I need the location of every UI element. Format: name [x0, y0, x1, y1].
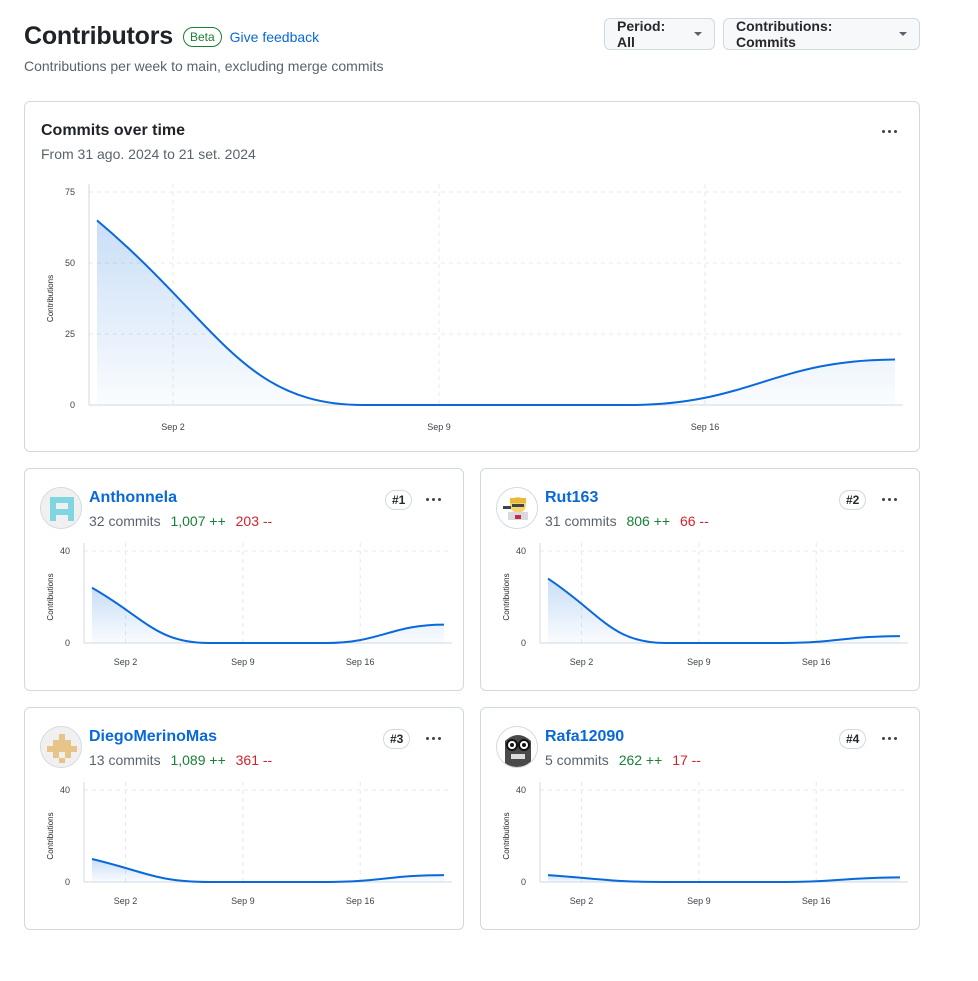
page-subtitle: Contributions per week to main, excludin… [24, 58, 384, 74]
y-tick-label: 50 [65, 258, 75, 268]
additions-count: 262 ++ [618, 752, 663, 768]
contributor-name-link[interactable]: Rut163 [545, 489, 598, 507]
additions-count: 1,007 ++ [170, 513, 226, 529]
x-tick-label: Sep 2 [161, 422, 185, 432]
commits-over-time-chart: 75 50 25 0 Contributions Sep 2 Sep 9 Sep 16 [46, 184, 903, 432]
chart-date-range: From 31 ago. 2024 to 21 set. 2024 [41, 146, 256, 162]
deletions-count: 203 -- [235, 513, 273, 529]
x-tick-label: Sep 2 [114, 657, 138, 667]
commit-count: 13 commits [89, 752, 161, 768]
contributor-stats: 32 commits 1,007 ++ 203 -- [89, 513, 272, 529]
period-dropdown-button[interactable]: Period: All [604, 18, 715, 50]
page-title: Contributors [24, 22, 173, 50]
x-tick-label: Sep 16 [691, 422, 720, 432]
chart-title: Commits over time [41, 122, 186, 139]
commit-count: 5 commits [545, 752, 609, 768]
contributor-chart: 40 0 Contributions Sep 2 Sep 9 Sep 16 [46, 543, 452, 667]
series-area [548, 578, 900, 643]
more-options-icon[interactable] [875, 121, 903, 141]
y-tick-label: 40 [516, 785, 526, 795]
rank-badge: #3 [383, 729, 411, 749]
y-tick-label: 0 [65, 877, 70, 887]
avatar[interactable] [40, 487, 82, 529]
rank-badge: #2 [839, 490, 867, 510]
more-options-icon[interactable] [875, 728, 903, 748]
rank-badge: #1 [385, 490, 413, 510]
y-axis-title: Contributions [46, 573, 55, 620]
y-axis-title: Contributions [46, 812, 55, 859]
commit-count: 31 commits [545, 513, 617, 529]
x-tick-label: Sep 2 [570, 657, 594, 667]
contributor-name-link[interactable]: Anthonnela [89, 489, 177, 507]
y-axis-title: Contributions [502, 812, 511, 859]
x-tick-label: Sep 9 [231, 657, 255, 667]
contributor-name-link[interactable]: Rafa12090 [545, 728, 624, 746]
contributor-stats: 31 commits 806 ++ 66 -- [545, 513, 709, 529]
avatar[interactable] [496, 487, 538, 529]
x-tick-label: Sep 2 [570, 896, 594, 906]
avatar[interactable] [496, 726, 538, 768]
y-tick-label: 0 [521, 638, 526, 648]
additions-count: 1,089 ++ [170, 752, 226, 768]
rank-badge: #4 [839, 729, 867, 749]
y-tick-label: 40 [516, 546, 526, 556]
contributor-chart: 40 0 Contributions Sep 2 Sep 9 Sep 16 [502, 782, 908, 906]
contributor-card: DiegoMerinoMas 13 commits 1,089 ++ 361 -… [24, 707, 464, 930]
page-header: Contributors Beta Give feedback Contribu… [24, 18, 920, 78]
y-tick-label: 0 [70, 400, 75, 410]
deletions-count: 66 -- [679, 513, 709, 529]
additions-count: 806 ++ [626, 513, 671, 529]
contributor-card: Rut163 31 commits 806 ++ 66 -- #2 40 0 Con… [480, 468, 920, 691]
contributor-stats: 13 commits 1,089 ++ 361 -- [89, 752, 272, 768]
y-axis-title: Contributions [502, 573, 511, 620]
y-tick-label: 40 [60, 546, 70, 556]
y-tick-label: 75 [65, 187, 75, 197]
commit-count: 32 commits [89, 513, 161, 529]
deletions-count: 361 -- [235, 752, 273, 768]
contributor-name-link[interactable]: DiegoMerinoMas [89, 728, 217, 746]
contributor-stats: 5 commits 262 ++ 17 -- [545, 752, 701, 768]
more-options-icon[interactable] [419, 728, 447, 748]
series-area [92, 587, 444, 643]
y-tick-label: 40 [60, 785, 70, 795]
y-axis-title: Contributions [46, 275, 55, 322]
contributor-chart: 40 0 Contributions Sep 2 Sep 9 Sep 16 [502, 543, 908, 667]
period-label: Period: All [617, 18, 666, 50]
more-options-icon[interactable] [875, 489, 903, 509]
y-tick-label: 25 [65, 329, 75, 339]
x-tick-label: Sep 9 [687, 657, 711, 667]
x-tick-label: Sep 16 [346, 896, 375, 906]
avatar[interactable] [40, 726, 82, 768]
deletions-count: 17 -- [672, 752, 701, 768]
commits-over-time-card: Commits over time From 31 ago. 2024 to 2… [24, 101, 920, 452]
give-feedback-link[interactable]: Give feedback [230, 29, 320, 45]
x-tick-label: Sep 16 [802, 896, 831, 906]
y-tick-label: 0 [521, 877, 526, 887]
x-tick-label: Sep 16 [802, 657, 831, 667]
chevron-down-icon [899, 32, 907, 36]
y-tick-label: 0 [65, 638, 70, 648]
contributor-chart: 40 0 Contributions Sep 2 Sep 9 Sep 16 [46, 782, 452, 906]
contributions-dropdown-button[interactable]: Contributions: Commits [723, 18, 920, 50]
title-row: Contributors Beta Give feedback [24, 22, 319, 51]
x-tick-label: Sep 16 [346, 657, 375, 667]
x-tick-label: Sep 9 [231, 896, 255, 906]
x-tick-label: Sep 9 [687, 896, 711, 906]
chevron-down-icon [694, 32, 702, 36]
x-tick-label: Sep 9 [427, 422, 451, 432]
x-tick-label: Sep 2 [114, 896, 138, 906]
beta-badge: Beta [182, 26, 222, 47]
more-options-icon[interactable] [419, 489, 447, 509]
contributor-card: Anthonnela 32 commits 1,007 ++ 203 -- #1… [24, 468, 464, 691]
contributor-card: Rafa12090 5 commits 262 ++ 17 -- #4 40 0 C… [480, 707, 920, 930]
contributions-label: Contributions: Commits [736, 18, 833, 50]
